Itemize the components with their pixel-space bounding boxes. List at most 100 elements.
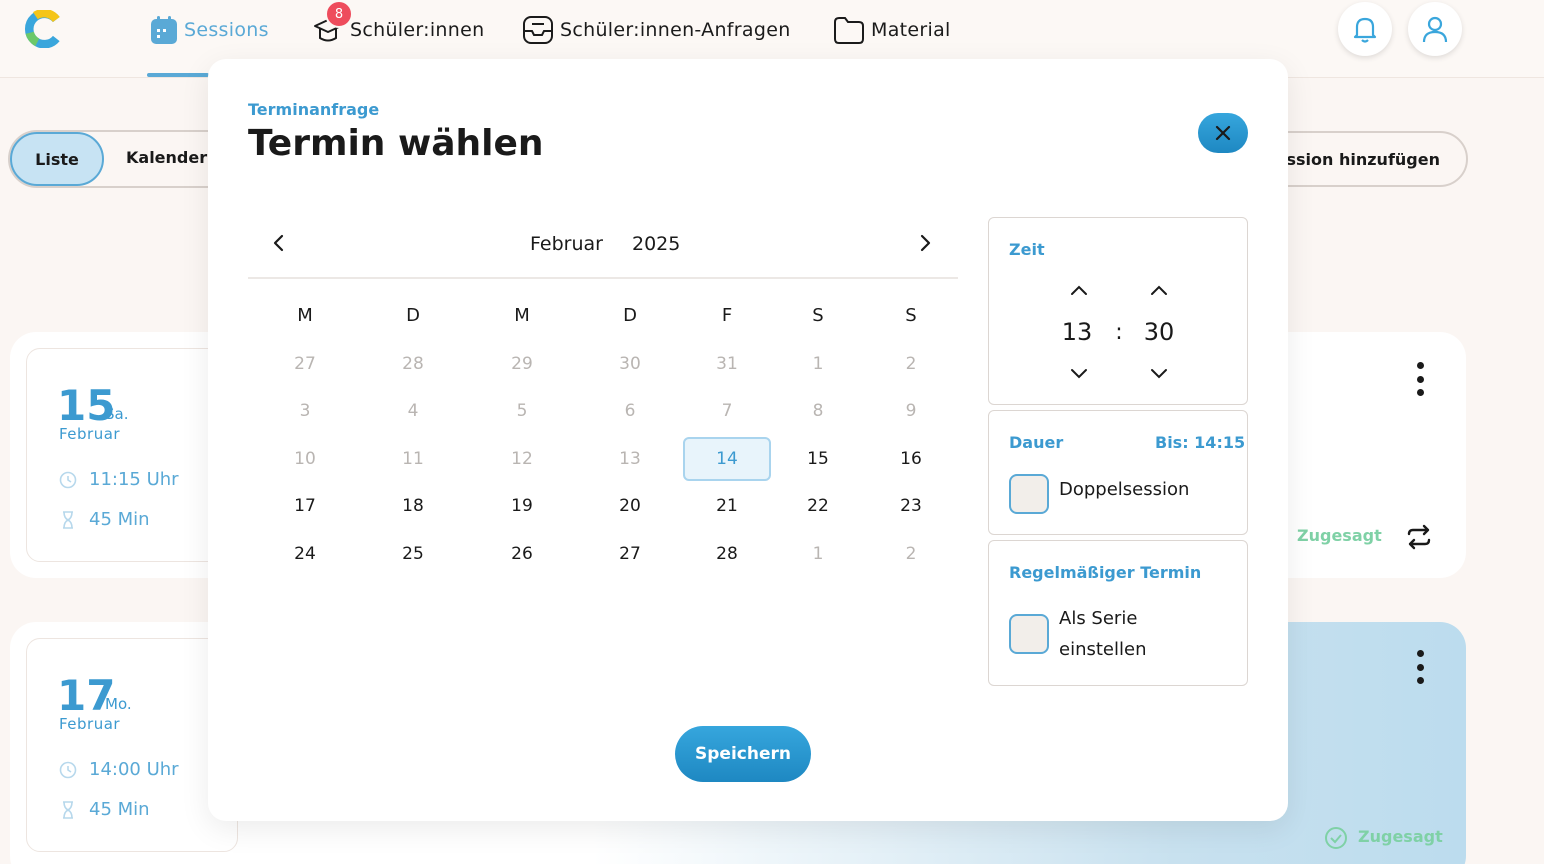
series-label-line1: Als Serie [1059, 608, 1138, 629]
hour-down-chevron-icon[interactable] [1067, 366, 1091, 382]
calendar-day[interactable]: 26 [492, 544, 552, 564]
session-duration: 45 Min [89, 799, 150, 820]
appointment-modal: Terminanfrage Termin wählen Februar 2025… [208, 59, 1288, 821]
weekday-header: S [812, 305, 824, 326]
duration-until: Bis: 14:15 [1155, 433, 1246, 452]
calendar-day[interactable]: 22 [788, 496, 848, 516]
session-weekday: Mo. [105, 695, 132, 713]
save-button[interactable]: Speichern [675, 726, 811, 782]
user-icon [1422, 16, 1448, 43]
calendar-day: 2 [905, 354, 917, 374]
app-logo[interactable] [24, 10, 62, 48]
inbox-icon [523, 16, 553, 44]
calendar-day: 5 [516, 401, 528, 421]
bell-icon [1353, 17, 1377, 43]
calendar-day[interactable]: 18 [383, 496, 443, 516]
session-time-row: 11:15 Uhr [59, 469, 179, 490]
calendar-day[interactable]: 19 [492, 496, 552, 516]
more-options-icon[interactable] [1408, 650, 1432, 684]
weekday-header: S [905, 305, 917, 326]
more-options-icon[interactable] [1408, 362, 1432, 396]
calendar-day: 31 [716, 354, 738, 374]
hour-value[interactable]: 13 [1057, 318, 1097, 346]
view-toggle: Liste Kalender [8, 130, 238, 188]
calendar-day: 7 [721, 401, 733, 421]
check-circle-icon [1325, 827, 1347, 849]
notifications-button[interactable] [1338, 2, 1392, 56]
minute-value[interactable]: 30 [1139, 318, 1179, 346]
hourglass-icon [63, 800, 73, 819]
toggle-calendar[interactable]: Kalender [126, 148, 207, 167]
calendar-day[interactable]: 16 [881, 449, 941, 469]
duration-panel: Dauer Bis: 14:15 Doppelsession [988, 410, 1248, 535]
nav-student-requests[interactable]: Schüler:innen-Anfragen [522, 12, 791, 48]
recurring-panel: Regelmäßiger Termin Als Serie einstellen [988, 540, 1248, 686]
session-time: 11:15 Uhr [89, 469, 179, 490]
calendar-day[interactable]: 28 [697, 544, 757, 564]
calendar-month[interactable]: Februar [530, 233, 603, 255]
nav-material[interactable]: Material [833, 12, 951, 48]
time-panel: Zeit 13 : 30 [988, 217, 1248, 405]
folder-icon [834, 17, 864, 44]
repeat-icon[interactable] [1406, 524, 1432, 550]
calendar-day: 2 [905, 544, 917, 564]
close-button[interactable] [1198, 113, 1248, 153]
students-count-badge: 8 [325, 0, 353, 28]
double-session-checkbox[interactable] [1009, 474, 1049, 514]
modal-title: Termin wählen [248, 123, 544, 164]
calendar-day[interactable]: 24 [275, 544, 335, 564]
calendar-day[interactable]: 23 [881, 496, 941, 516]
calendar-day: 12 [511, 449, 533, 469]
nav-students-label: Schüler:innen [350, 19, 485, 41]
weekday-header: D [406, 305, 420, 326]
hour-up-chevron-icon[interactable] [1067, 282, 1091, 298]
calendar-day: 1 [812, 354, 824, 374]
calendar-day: 11 [402, 449, 424, 469]
session-time: 14:00 Uhr [89, 759, 179, 780]
weekday-header: F [721, 305, 733, 326]
calendar-day: 9 [905, 401, 917, 421]
calendar-day: 28 [402, 354, 424, 374]
chevron-right-icon[interactable] [918, 233, 932, 253]
calendar-day[interactable]: 14 [697, 449, 757, 469]
calendar-day[interactable]: 27 [600, 544, 660, 564]
session-date-box: 17 Mo. Februar 14:00 Uhr 45 Min [26, 638, 238, 852]
modal-kicker: Terminanfrage [248, 100, 380, 119]
calendar-day[interactable]: 25 [383, 544, 443, 564]
minute-up-chevron-icon[interactable] [1147, 282, 1171, 298]
nav-student-requests-label: Schüler:innen-Anfragen [560, 19, 791, 41]
clock-icon [59, 471, 77, 488]
calendar-day: 4 [407, 401, 419, 421]
minute-down-chevron-icon[interactable] [1147, 366, 1171, 382]
time-separator: : [1115, 320, 1123, 345]
double-session-label: Doppelsession [1059, 479, 1190, 500]
calendar-day[interactable]: 21 [697, 496, 757, 516]
calendar-day: 3 [299, 401, 311, 421]
calendar-day: 6 [624, 401, 636, 421]
clock-icon [59, 761, 77, 778]
profile-button[interactable] [1408, 2, 1462, 56]
session-status: Zugesagt [1358, 827, 1443, 846]
chevron-left-icon[interactable] [272, 233, 286, 253]
duration-label: Dauer [1009, 433, 1064, 452]
series-checkbox[interactable] [1009, 614, 1049, 654]
weekday-header: M [297, 305, 313, 326]
calendar-day[interactable]: 17 [275, 496, 335, 516]
time-label: Zeit [1009, 240, 1045, 259]
toggle-list[interactable]: Liste [10, 132, 104, 186]
calendar-day: 13 [619, 449, 641, 469]
hourglass-icon [63, 510, 73, 529]
calendar-day: 27 [294, 354, 316, 374]
session-month: Februar [59, 715, 121, 733]
session-status: Zugesagt [1297, 526, 1382, 545]
nav-sessions[interactable]: Sessions [150, 12, 269, 48]
calendar-day: 30 [619, 354, 641, 374]
nav-material-label: Material [871, 19, 951, 41]
session-date-box: 15 Sa. Februar 11:15 Uhr 45 Min [26, 348, 238, 562]
calendar-year[interactable]: 2025 [632, 233, 680, 255]
calendar-day[interactable]: 15 [788, 449, 848, 469]
calendar-header: Februar 2025 [248, 223, 958, 279]
calendar-day[interactable]: 20 [600, 496, 660, 516]
session-month: Februar [59, 425, 121, 443]
session-duration: 45 Min [89, 509, 150, 530]
